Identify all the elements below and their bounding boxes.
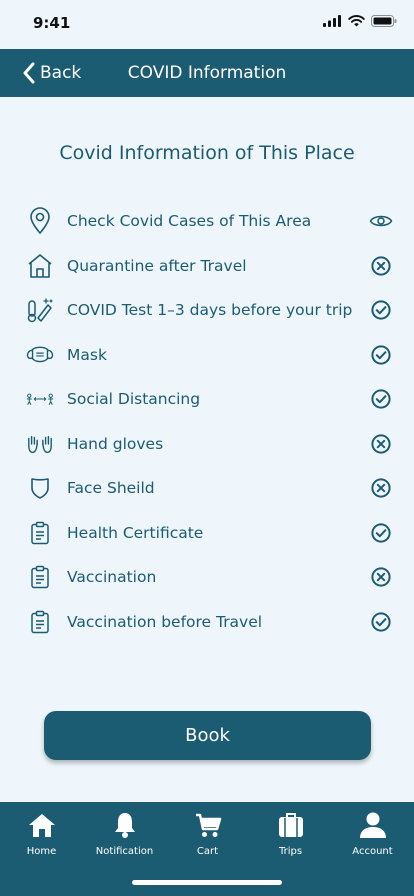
chevron-left-icon	[23, 62, 35, 84]
tab-cart[interactable]: Cart	[166, 810, 249, 857]
tab-trips[interactable]: Trips	[249, 810, 332, 857]
cart-icon	[194, 810, 222, 840]
battery-icon	[371, 15, 397, 27]
list-item[interactable]: Face Sheild	[0, 466, 414, 511]
tab-label: Trips	[278, 846, 303, 857]
list-item-label: Face Sheild	[67, 479, 155, 498]
not-required-icon	[370, 477, 392, 499]
tab-home[interactable]: Home	[0, 810, 83, 857]
not-required-icon	[370, 255, 392, 277]
list-item[interactable]: Quarantine after Travel	[0, 244, 414, 289]
required-check-icon	[370, 344, 392, 366]
section-heading: Covid Information of This Place	[59, 142, 355, 164]
clipboard-icon	[26, 519, 54, 547]
signal-icon	[323, 15, 341, 27]
tab-label: Home	[26, 846, 57, 857]
tab-account[interactable]: Account	[331, 810, 414, 857]
list-item-label: Check Covid Cases of This Area	[67, 212, 312, 231]
list-item-label: Health Certificate	[67, 523, 204, 542]
list-item[interactable]: Mask	[0, 333, 414, 378]
required-check-icon	[370, 388, 392, 410]
list-item-label: Vaccination	[67, 568, 157, 587]
eye-icon[interactable]	[368, 210, 394, 232]
list-item-label: Quarantine after Travel	[67, 256, 247, 275]
list-item-label: Vaccination before Travel	[67, 612, 263, 631]
list-item-label: Social Distancing	[67, 390, 201, 409]
location-pin-icon	[26, 207, 54, 235]
required-check-icon	[370, 522, 392, 544]
list-item[interactable]: COVID Test 1–3 days before your trip	[0, 288, 414, 333]
list-item[interactable]: Vaccination before Travel	[0, 600, 414, 645]
home-indicator[interactable]	[132, 880, 282, 885]
user-icon	[359, 810, 387, 840]
required-check-icon	[370, 611, 392, 633]
social-distancing-icon	[26, 385, 54, 413]
clipboard-icon	[26, 563, 54, 591]
back-button[interactable]: Back	[22, 49, 81, 97]
book-button[interactable]: Book	[44, 711, 371, 760]
list-item-label: Mask	[67, 345, 107, 364]
covid-info-list: Check Covid Cases of This Area Quarantin…	[0, 199, 414, 644]
tab-label: Cart	[196, 846, 219, 857]
house-icon	[26, 252, 54, 280]
not-required-icon	[370, 433, 392, 455]
status-time: 9:41	[33, 14, 71, 32]
wifi-icon	[348, 15, 365, 27]
list-item-label: COVID Test 1–3 days before your trip	[67, 301, 353, 320]
list-item[interactable]: Vaccination	[0, 555, 414, 600]
not-required-icon	[370, 566, 392, 588]
hand-gloves-icon	[26, 430, 54, 458]
list-item[interactable]: Social Distancing	[0, 377, 414, 422]
list-item[interactable]: Check Covid Cases of This Area	[0, 199, 414, 244]
list-item-label: Hand gloves	[67, 434, 164, 453]
test-kit-icon	[26, 296, 54, 324]
status-bar: 9:41	[0, 0, 414, 49]
bell-icon	[113, 810, 137, 840]
clipboard-icon	[26, 608, 54, 636]
required-check-icon	[370, 299, 392, 321]
list-item[interactable]: Health Certificate	[0, 511, 414, 556]
status-icons	[323, 15, 397, 27]
list-item[interactable]: Hand gloves	[0, 422, 414, 467]
home-icon	[28, 810, 56, 840]
shield-icon	[26, 474, 54, 502]
back-button-label: Back	[40, 63, 82, 83]
tab-notification[interactable]: Notification	[83, 810, 166, 857]
mask-icon	[26, 341, 54, 369]
tab-label: Notification	[95, 846, 154, 857]
suitcase-icon	[277, 810, 305, 840]
nav-bar: COVID Information Back	[0, 49, 414, 97]
tab-label: Account	[352, 846, 393, 857]
